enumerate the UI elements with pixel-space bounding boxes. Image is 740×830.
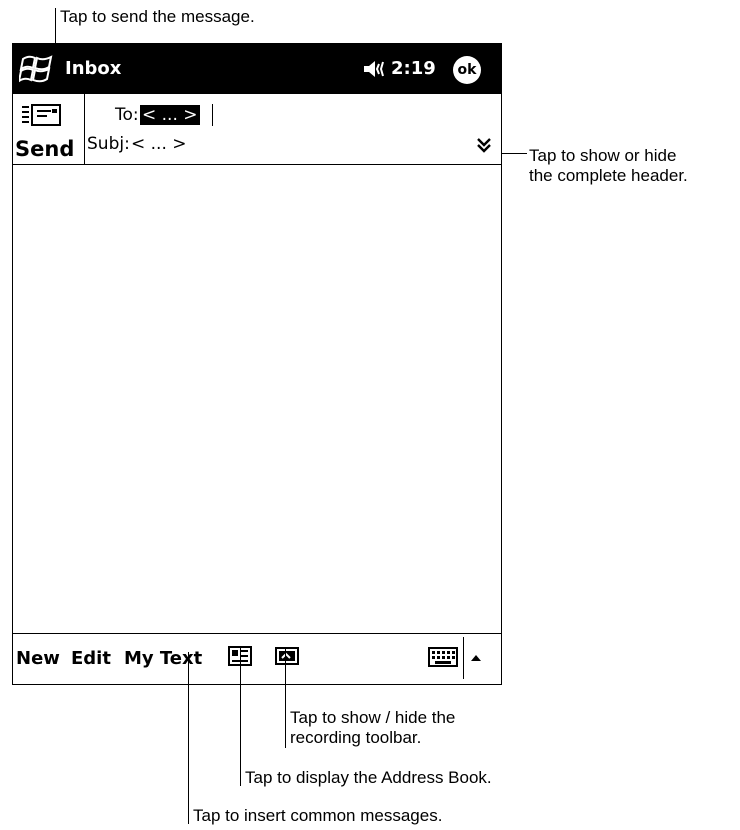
subject-label: Subj: xyxy=(87,134,130,154)
message-body[interactable] xyxy=(13,165,501,633)
menu-my-text[interactable]: My Text xyxy=(124,648,202,670)
callout-common-messages: Tap to insert common messages. xyxy=(193,806,443,825)
callout-line-common-messages xyxy=(188,652,189,824)
clock[interactable]: 2:19 xyxy=(391,58,436,80)
to-field[interactable]: < ... > xyxy=(140,105,200,125)
up-arrow-icon[interactable] xyxy=(469,652,483,662)
menu-edit[interactable]: Edit xyxy=(71,648,111,670)
callout-header-line1: Tap to show or hide xyxy=(529,146,677,165)
keyboard-icon[interactable] xyxy=(428,647,458,667)
device-screen: Inbox 2:19 ok Send To: < ... > Subj: < .… xyxy=(12,43,502,685)
windows-flag-icon[interactable] xyxy=(19,53,55,85)
speaker-icon[interactable] xyxy=(362,59,388,79)
recording-icon[interactable] xyxy=(275,646,299,666)
callout-send: Tap to send the message. xyxy=(60,7,255,26)
envelope-send-icon xyxy=(22,104,61,126)
menu-bar: New Edit My Text xyxy=(13,633,501,684)
double-chevron-down-icon[interactable] xyxy=(476,136,492,154)
callout-address-book: Tap to display the Address Book. xyxy=(245,768,492,787)
menu-new[interactable]: New xyxy=(16,648,60,670)
callout-line-recording xyxy=(285,648,286,748)
callout-line-address-book xyxy=(240,648,241,786)
to-label: To: xyxy=(115,105,139,125)
ok-button[interactable]: ok xyxy=(453,56,481,84)
app-title: Inbox xyxy=(65,58,122,79)
callout-recording-line2: recording toolbar. xyxy=(290,728,422,747)
subject-field[interactable]: < ... > xyxy=(131,134,187,154)
title-bar: Inbox 2:19 ok xyxy=(13,44,501,94)
menu-separator xyxy=(463,637,464,679)
callout-recording-line1: Tap to show / hide the xyxy=(290,708,456,727)
text-cursor xyxy=(212,104,213,126)
send-label: Send xyxy=(15,137,75,161)
message-header: Send To: < ... > Subj: < ... > xyxy=(13,94,501,165)
send-button[interactable]: Send xyxy=(13,94,85,164)
callout-header-line2: the complete header. xyxy=(529,166,688,185)
